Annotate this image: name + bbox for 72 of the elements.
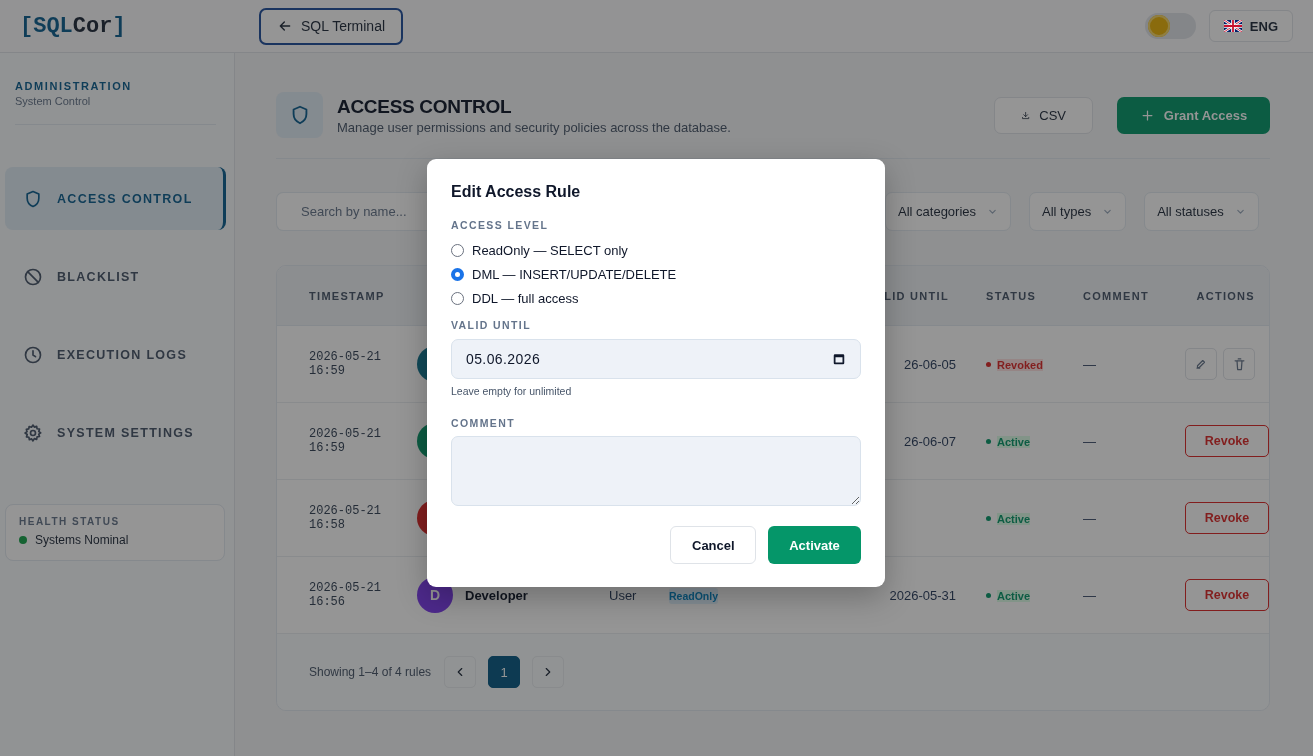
valid-until-cell: 26-06-07 bbox=[903, 433, 956, 449]
arrow-left-icon bbox=[277, 18, 293, 34]
comment-cell: — bbox=[1083, 356, 1096, 372]
health-status-text: Systems Nominal bbox=[35, 533, 129, 547]
user-name: Developer bbox=[465, 587, 528, 603]
calendar-icon bbox=[832, 352, 846, 366]
role-cell: User bbox=[609, 587, 637, 603]
search-field[interactable]: Search by name... bbox=[276, 192, 427, 231]
timestamp-cell-text: 2026-05-21 16:56 bbox=[309, 581, 382, 609]
gear-icon bbox=[23, 422, 43, 443]
comment-cell: — bbox=[1083, 587, 1096, 603]
page-button[interactable]: 1 bbox=[488, 656, 521, 688]
shield-icon bbox=[23, 188, 43, 209]
plus-icon bbox=[1139, 107, 1155, 123]
cancel-button[interactable]: Cancel bbox=[670, 526, 756, 564]
section-title: ADMINISTRATION bbox=[15, 80, 133, 92]
timestamp-cell-text: 2026-05-21 16:58 bbox=[309, 504, 382, 532]
radio-button[interactable] bbox=[451, 267, 464, 281]
column-header: TIMESTAMP bbox=[309, 289, 386, 302]
column-header: ACTIONS bbox=[1195, 289, 1256, 302]
access-badge: ReadOnly bbox=[669, 587, 718, 604]
health-title: HEALTH STATUS bbox=[19, 516, 121, 527]
timestamp-cell-text: 2026-05-21 16:59 bbox=[309, 427, 382, 455]
back-button[interactable]: SQL Terminal bbox=[259, 7, 404, 45]
nav-item[interactable]: EXECUTION LOGS bbox=[5, 323, 225, 386]
nav-item[interactable]: BLACKLIST bbox=[5, 245, 225, 308]
comment-cell: — bbox=[1083, 433, 1096, 449]
section-subtitle: System Control bbox=[15, 95, 92, 107]
column-header: STATUS bbox=[986, 289, 1038, 302]
edit-button[interactable] bbox=[1185, 348, 1217, 380]
page-title: ACCESS CONTROL bbox=[337, 95, 513, 118]
activate-button[interactable]: Activate bbox=[768, 526, 861, 564]
revoke-button[interactable]: Revoke bbox=[1185, 579, 1269, 611]
nav-item[interactable]: ACCESS CONTROL bbox=[5, 167, 226, 230]
field-label: COMMENT bbox=[451, 417, 517, 429]
date-field[interactable]: 05.06.2026 bbox=[451, 339, 861, 379]
flag-icon bbox=[1223, 20, 1242, 32]
filter-dropdown[interactable]: All statuses bbox=[1144, 192, 1259, 231]
radio-option[interactable]: DDL — full access bbox=[451, 286, 861, 310]
timestamp-cell-text: 2026-05-21 16:59 bbox=[309, 350, 382, 378]
radio-option[interactable]: DML — INSERT/UPDATE/DELETE bbox=[451, 262, 861, 286]
next-page-button[interactable] bbox=[532, 656, 565, 688]
valid-until-cell: 2026-05-31 bbox=[889, 587, 956, 603]
field-hint: Leave empty for unlimited bbox=[451, 385, 573, 397]
logo[interactable]: [SQLCor] bbox=[20, 13, 259, 39]
nav-item[interactable]: SYSTEM SETTINGS bbox=[5, 401, 225, 464]
radio-button[interactable] bbox=[451, 291, 464, 305]
comment-cell: — bbox=[1083, 510, 1096, 526]
field-label: ACCESS LEVEL bbox=[451, 219, 550, 231]
language-button[interactable]: ENG bbox=[1208, 10, 1293, 42]
revoke-button[interactable]: Revoke bbox=[1185, 425, 1269, 457]
filter-dropdown[interactable]: All types bbox=[1029, 192, 1127, 231]
radio-option[interactable]: ReadOnly — SELECT only bbox=[451, 238, 861, 262]
column-header: COMMENT bbox=[1083, 289, 1150, 302]
clock-icon bbox=[23, 344, 43, 365]
csv-button[interactable]: CSV bbox=[994, 96, 1093, 134]
theme-toggle[interactable] bbox=[1144, 13, 1196, 39]
sun-icon bbox=[1147, 15, 1170, 37]
previous-page-button[interactable] bbox=[444, 656, 477, 688]
filter-dropdown[interactable]: All categories bbox=[885, 192, 1012, 231]
field-label: VALID UNTIL bbox=[451, 319, 532, 331]
valid-until-cell: 26-06-05 bbox=[903, 356, 956, 372]
revoke-button[interactable]: Revoke bbox=[1185, 502, 1269, 534]
delete-button[interactable] bbox=[1223, 348, 1255, 380]
ban-icon bbox=[23, 266, 43, 287]
column-header: LID UNTIL bbox=[883, 289, 950, 302]
dialog-title: Edit Access Rule bbox=[451, 183, 582, 201]
page-subtitle: Manage user permissions and security policies across the database. bbox=[337, 119, 731, 135]
pagination-summary: Showing 1–4 of 4 rules bbox=[309, 665, 432, 679]
comment-field[interactable] bbox=[451, 436, 861, 506]
pencil-icon bbox=[1194, 357, 1208, 371]
radio-button[interactable] bbox=[451, 243, 464, 257]
